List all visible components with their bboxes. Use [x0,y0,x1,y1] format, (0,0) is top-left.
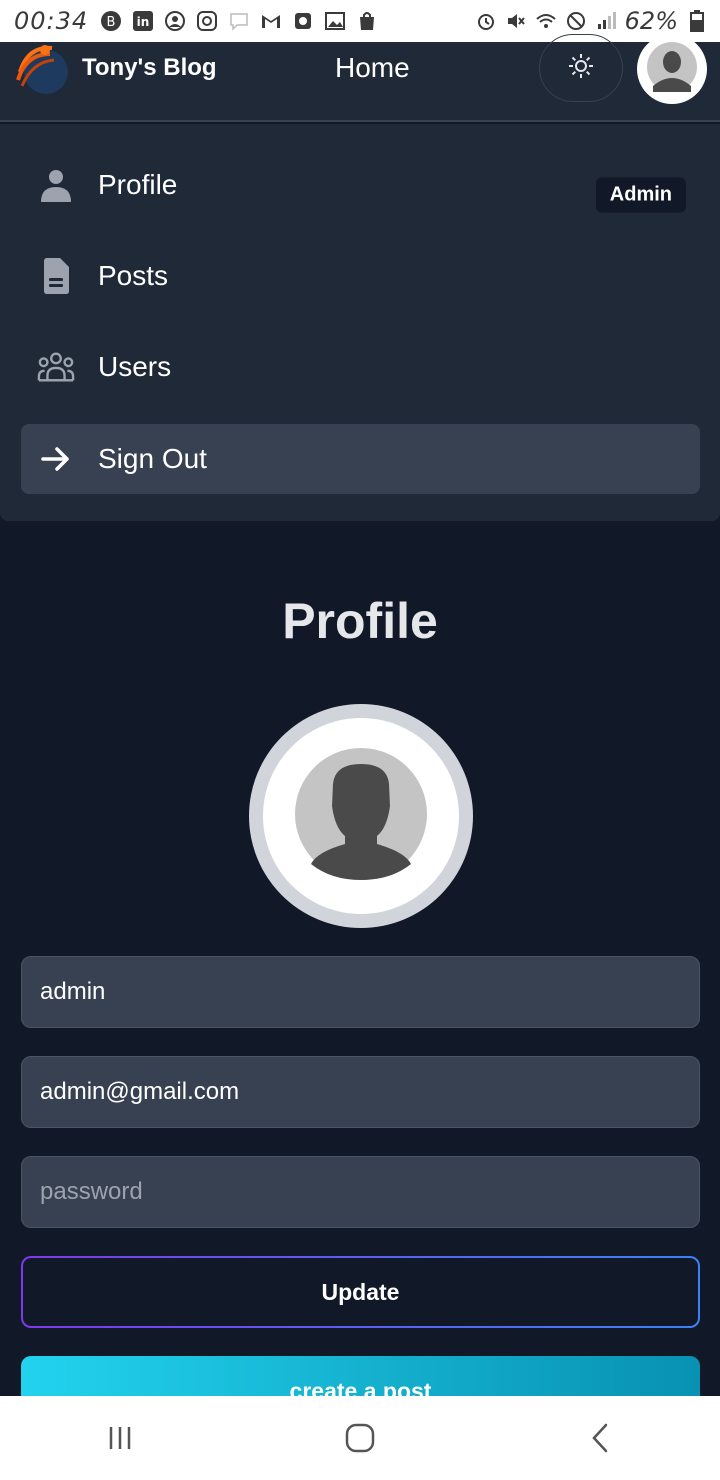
blog-logo-icon[interactable] [12,42,70,96]
system-navigation-bar [0,1396,720,1480]
email-input[interactable] [21,1056,700,1128]
document-icon [37,257,75,295]
profile-circle-icon [164,10,186,32]
status-notification-icons: B in [100,10,378,32]
clock-app-icon [292,10,314,32]
b-circle-icon: B [100,10,122,32]
menu-item-label: Profile [98,169,178,200]
admin-badge: Admin [595,177,686,213]
theme-toggle-button[interactable] [539,34,623,102]
person-icon [37,166,75,204]
user-avatar-button[interactable] [637,34,707,104]
recent-apps-icon[interactable] [90,1408,150,1468]
profile-picture[interactable] [249,704,473,928]
instagram-icon [196,10,218,32]
no-sign-icon [565,10,587,32]
nav-home-link[interactable]: Home [335,52,410,84]
wifi-icon [535,10,557,32]
brand-title[interactable]: Tony's Blog [82,54,217,82]
sun-icon [568,53,594,84]
linkedin-icon: in [132,10,154,32]
menu-item-label: Users [98,351,172,382]
menu-item-profile[interactable]: Profile Admin [21,150,700,220]
menu-item-posts[interactable]: Posts [21,241,700,311]
menu-item-label: Sign Out [98,443,207,474]
mute-icon [505,10,527,32]
svg-text:in: in [137,15,150,29]
arrow-right-icon [37,440,75,478]
gmail-icon [260,10,282,32]
update-button[interactable]: Update [21,1256,700,1328]
status-time: 00:34 [14,7,89,35]
update-button-label: Update [23,1258,698,1326]
app-header: Tony's Blog Home [0,34,720,122]
username-input[interactable] [21,956,700,1028]
back-icon[interactable] [570,1408,630,1468]
status-bar: 00:34 B in 62% [0,0,720,42]
menu-item-sign-out[interactable]: Sign Out [21,424,700,494]
profile-avatar-icon [295,747,427,885]
password-input[interactable] [21,1156,700,1228]
battery-charging-icon [686,10,708,32]
users-group-icon [37,348,75,386]
menu-item-users[interactable]: Users [21,332,700,402]
battery-percentage: 62% [624,7,678,35]
alarm-icon [475,10,497,32]
chat-icon [228,10,250,32]
signal-icon [595,10,617,32]
user-avatar-icon [647,41,697,97]
home-icon[interactable] [330,1408,390,1468]
shopping-bag-icon [356,10,378,32]
status-system-icons: 62% [475,7,708,35]
svg-text:B: B [107,15,116,30]
page-title: Profile [282,593,438,649]
menu-item-label: Posts [98,260,169,291]
gallery-icon [324,10,346,32]
user-dropdown-menu: Profile Admin Posts Users Sign Out [0,124,720,521]
